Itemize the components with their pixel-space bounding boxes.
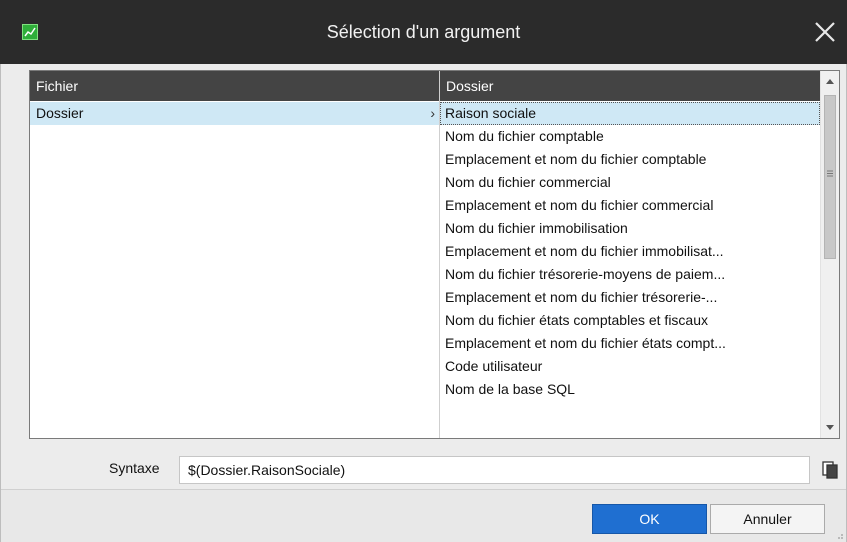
list-item[interactable]: Nom du fichier commercial — [440, 171, 820, 194]
file-item-dossier[interactable]: Dossier › — [30, 102, 439, 125]
list-item[interactable]: Emplacement et nom du fichier états comp… — [440, 332, 820, 355]
window-title: Sélection d'un argument — [326, 22, 521, 42]
list-item[interactable]: Nom du fichier comptable — [440, 125, 820, 148]
file-item-label: Dossier — [36, 105, 84, 121]
list-item[interactable]: Code utilisateur — [440, 355, 820, 378]
cancel-button[interactable]: Annuler — [710, 504, 825, 534]
dossier-column: Dossier Raison sociale Nom du fichier co… — [440, 71, 820, 438]
syntax-label: Syntaxe — [109, 460, 160, 476]
list-item[interactable]: Raison sociale — [440, 102, 820, 125]
ok-button[interactable]: OK — [592, 504, 707, 534]
dossier-column-header: Dossier — [440, 71, 820, 101]
resize-grip-icon[interactable] — [836, 532, 844, 540]
copy-button[interactable] — [820, 460, 840, 480]
list-item[interactable]: Emplacement et nom du fichier commercial — [440, 194, 820, 217]
title-bar: Sélection d'un argument — [0, 0, 847, 64]
scroll-down-button[interactable] — [821, 418, 839, 436]
file-column-header: Fichier — [30, 71, 439, 101]
list-item[interactable]: Emplacement et nom du fichier comptable — [440, 148, 820, 171]
list-item[interactable]: Emplacement et nom du fichier immobilisa… — [440, 240, 820, 263]
close-icon — [815, 22, 835, 42]
scroll-thumb[interactable] — [824, 95, 836, 259]
list-item[interactable]: Nom du fichier états comptables et fisca… — [440, 309, 820, 332]
list-item[interactable]: Emplacement et nom du fichier trésorerie… — [440, 286, 820, 309]
dialog-body: Fichier Dossier › Dossier Raison sociale… — [0, 64, 847, 542]
caret-up-icon — [826, 79, 834, 84]
list-item[interactable]: Nom de la base SQL — [440, 378, 820, 401]
caret-down-icon — [826, 425, 834, 430]
scroll-up-button[interactable] — [821, 73, 839, 91]
file-column: Fichier Dossier › — [30, 71, 439, 438]
grip-icon — [827, 170, 833, 177]
close-button[interactable] — [811, 18, 839, 46]
argument-grid: Fichier Dossier › Dossier Raison sociale… — [29, 70, 840, 439]
list-item[interactable]: Nom du fichier immobilisation — [440, 217, 820, 240]
button-bar: OK Annuler — [1, 489, 846, 542]
argument-list: Raison sociale Nom du fichier comptable … — [440, 102, 820, 401]
chevron-right-icon: › — [430, 105, 435, 121]
syntax-field[interactable]: $(Dossier.RaisonSociale) — [179, 456, 810, 484]
list-item[interactable]: Nom du fichier trésorerie-moyens de paie… — [440, 263, 820, 286]
copy-icon — [822, 461, 838, 479]
vertical-scrollbar[interactable] — [820, 71, 839, 438]
